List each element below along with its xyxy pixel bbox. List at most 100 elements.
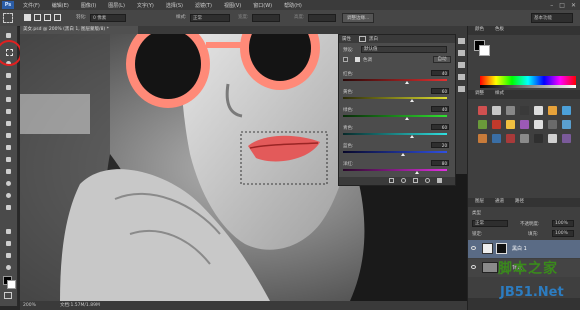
style-select[interactable]: 正常 <box>190 14 230 22</box>
slider-track[interactable] <box>343 115 447 117</box>
shape-icon[interactable] <box>3 239 14 248</box>
adjustment-icon[interactable] <box>492 120 501 129</box>
menu-window[interactable]: 窗口(W) <box>247 2 278 9</box>
slider-track[interactable] <box>343 97 447 99</box>
zoom-icon[interactable] <box>3 263 14 272</box>
adjustment-icon[interactable] <box>548 106 557 115</box>
tab-color[interactable]: 颜色 <box>472 26 487 34</box>
add-selection-icon[interactable] <box>34 14 41 21</box>
gradient-icon[interactable] <box>3 167 14 176</box>
adjustment-icon[interactable] <box>520 120 529 129</box>
menu-type[interactable]: 文字(Y) <box>131 2 160 9</box>
adjustment-icon[interactable] <box>506 106 515 115</box>
trash-icon[interactable] <box>437 178 442 183</box>
brush-icon[interactable] <box>3 119 14 128</box>
menu-filter[interactable]: 滤镜(T) <box>189 2 218 9</box>
adjustment-icon[interactable] <box>534 106 543 115</box>
type-icon[interactable] <box>3 215 14 224</box>
quick-mask-icon[interactable] <box>4 292 12 299</box>
adjustment-icon[interactable] <box>506 134 515 143</box>
dodge-icon[interactable] <box>3 191 14 200</box>
layer-row-selected[interactable]: 黑白 1 <box>468 240 580 258</box>
eye-icon[interactable] <box>471 246 476 250</box>
auto-button[interactable]: 自动 <box>433 56 451 63</box>
adjustment-icon[interactable] <box>548 120 557 129</box>
menu-view[interactable]: 视图(V) <box>218 2 247 9</box>
tab-adjustments[interactable]: 调整 <box>472 90 487 98</box>
menu-select[interactable]: 选择(S) <box>160 2 189 9</box>
healing-brush-icon[interactable] <box>3 107 14 116</box>
blur-icon[interactable] <box>3 179 14 188</box>
reset-icon[interactable] <box>413 178 418 183</box>
minimize-button[interactable]: – <box>550 2 553 9</box>
eye-icon[interactable] <box>471 265 476 269</box>
kind-filter[interactable]: 类型 <box>472 210 481 216</box>
background-color[interactable] <box>479 45 490 56</box>
visibility-icon[interactable] <box>425 178 430 183</box>
character-panel-icon[interactable] <box>458 74 465 80</box>
close-button[interactable]: ✕ <box>571 2 576 9</box>
clone-stamp-icon[interactable] <box>3 131 14 140</box>
adjustment-icon[interactable] <box>520 134 529 143</box>
tab-styles[interactable]: 样式 <box>492 90 507 98</box>
adjustment-icon[interactable] <box>492 106 501 115</box>
paragraph-panel-icon[interactable] <box>458 86 465 92</box>
document-tab[interactable]: 美女.psd @ 200% (黑白 1, 图层蒙版/8) * <box>20 26 138 34</box>
adjustment-icon[interactable] <box>478 106 487 115</box>
adjustment-icon[interactable] <box>562 120 571 129</box>
slider-thumb[interactable] <box>409 99 414 102</box>
slider-value-input[interactable]: 40 <box>431 70 449 76</box>
slider-value-input[interactable]: 80 <box>431 160 449 166</box>
height-input[interactable] <box>308 14 336 22</box>
adjustment-icon[interactable] <box>520 106 529 115</box>
preset-select[interactable]: 默认值 <box>361 46 447 53</box>
workspace-select[interactable]: 基本功能 <box>531 13 573 23</box>
slider-track[interactable] <box>343 151 447 153</box>
slider-thumb[interactable] <box>405 117 410 120</box>
adjustment-icon[interactable] <box>478 134 487 143</box>
menu-file[interactable]: 文件(F) <box>17 2 46 9</box>
view-previous-icon[interactable] <box>401 178 406 183</box>
move-tool-icon[interactable] <box>3 31 14 40</box>
opacity-input[interactable]: 100% <box>552 220 574 227</box>
maximize-button[interactable]: □ <box>559 2 565 9</box>
slider-value-input[interactable]: 20 <box>431 142 449 148</box>
menu-help[interactable]: 帮助(H) <box>278 2 308 9</box>
tint-color-swatch[interactable] <box>355 57 360 62</box>
zoom-level[interactable]: 200% <box>23 301 36 310</box>
clip-to-layer-icon[interactable] <box>389 178 394 183</box>
blend-mode-select[interactable]: 正常 <box>472 220 508 227</box>
background-color-swatch[interactable] <box>7 280 16 289</box>
slider-thumb[interactable] <box>414 171 419 174</box>
subtract-selection-icon[interactable] <box>44 14 51 21</box>
slider-thumb[interactable] <box>401 153 406 156</box>
tab-paths[interactable]: 路径 <box>512 198 527 206</box>
menu-image[interactable]: 图像(I) <box>75 2 102 9</box>
menu-layer[interactable]: 图层(L) <box>102 2 131 9</box>
intersect-selection-icon[interactable] <box>54 14 61 21</box>
properties-tab[interactable]: 属性 <box>342 36 351 42</box>
crop-icon[interactable] <box>3 83 14 92</box>
feather-input[interactable]: 0 像素 <box>90 14 126 22</box>
slider-track[interactable] <box>343 133 447 135</box>
adjustment-icon[interactable] <box>534 134 543 143</box>
history-brush-icon[interactable] <box>3 143 14 152</box>
adjustment-icon[interactable] <box>492 134 501 143</box>
path-selection-icon[interactable] <box>3 227 14 236</box>
marquee-tool-preset-icon[interactable] <box>3 13 13 23</box>
tab-swatches[interactable]: 色板 <box>492 26 507 34</box>
slider-thumb[interactable] <box>405 81 410 84</box>
quick-selection-icon[interactable] <box>3 71 14 80</box>
slider-value-input[interactable]: 40 <box>431 106 449 112</box>
adjustment-icon[interactable] <box>562 134 571 143</box>
width-input[interactable] <box>252 14 280 22</box>
grayscale-ramp[interactable] <box>480 85 576 88</box>
info-panel-icon[interactable] <box>458 62 465 68</box>
adjustment-icon[interactable] <box>562 106 571 115</box>
color-spectrum[interactable] <box>480 76 576 85</box>
adjustment-icon[interactable] <box>548 134 557 143</box>
adjustment-icon[interactable] <box>478 120 487 129</box>
tab-channels[interactable]: 通道 <box>492 198 507 206</box>
tint-checkbox[interactable] <box>343 57 348 62</box>
eraser-icon[interactable] <box>3 155 14 164</box>
